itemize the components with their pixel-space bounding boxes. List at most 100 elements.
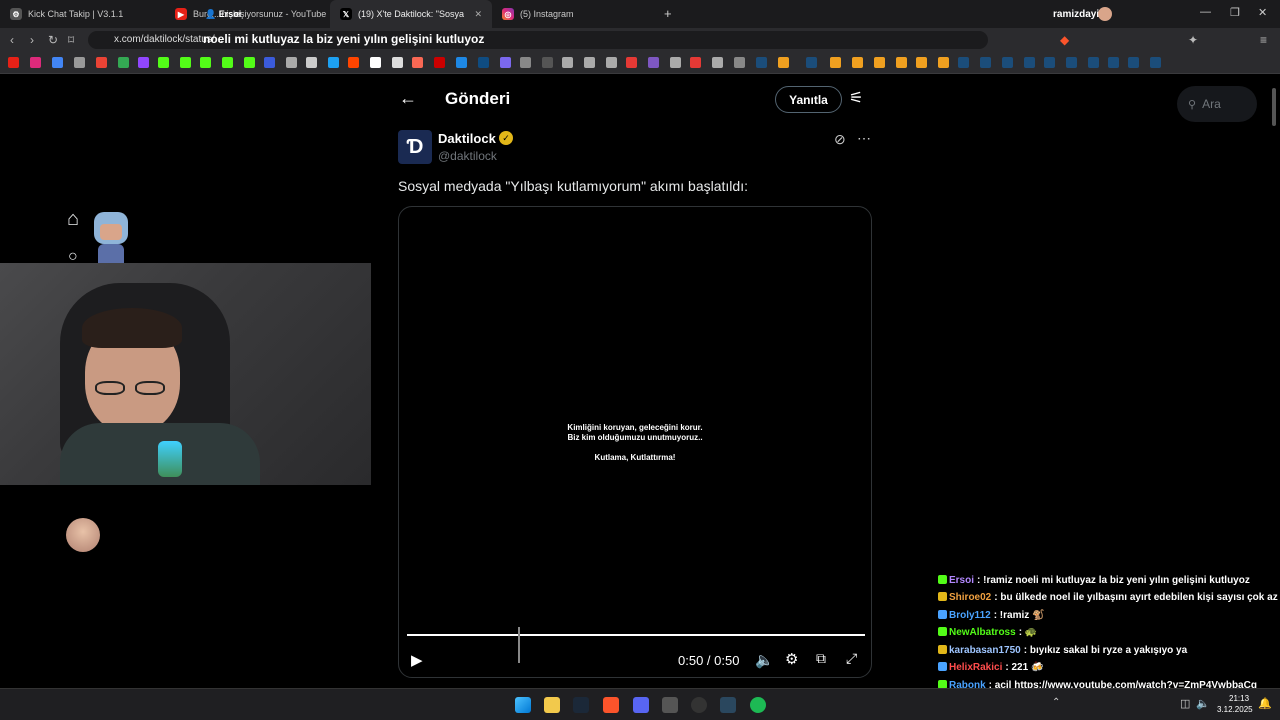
windows-start-icon[interactable] (515, 697, 531, 713)
brave-shield-icon[interactable]: ◆ (1060, 33, 1069, 47)
steam-icon[interactable] (980, 57, 991, 68)
settings-icon[interactable]: ⚙ (785, 650, 798, 668)
video-progress-track[interactable] (407, 634, 865, 636)
clock-date[interactable]: 3.12.2025 (1217, 705, 1253, 714)
tab-x-post[interactable]: 𝕏 (19) X'te Daktilock: "Sosyal m... ✕ (330, 0, 492, 28)
bookmark-icon[interactable] (520, 57, 531, 68)
maximize-button[interactable]: ❐ (1230, 6, 1240, 19)
bookmark-icon[interactable] (434, 57, 445, 68)
spotify-icon[interactable] (750, 697, 766, 713)
bookmark-icon[interactable] (626, 57, 637, 68)
wifi-icon[interactable]: ◫ (1180, 697, 1190, 710)
steam-client-icon[interactable] (720, 697, 736, 713)
bookmark-icon[interactable] (916, 57, 927, 68)
tab-instagram[interactable]: ◎ (5) Instagram (492, 0, 657, 28)
author-handle[interactable]: @daktilock (438, 149, 497, 163)
page-scrollbar[interactable] (1272, 88, 1276, 126)
steam-icon[interactable] (958, 57, 969, 68)
bookmark-icon[interactable] (328, 57, 339, 68)
discord-icon[interactable] (633, 697, 649, 713)
bookmark-icon[interactable] (670, 57, 681, 68)
bookmark-icon[interactable] (222, 57, 233, 68)
back-icon[interactable]: ‹ (10, 33, 14, 47)
search-input[interactable]: ⚲ Ara (1177, 86, 1257, 122)
account-avatar[interactable] (66, 518, 100, 552)
bookmark-icon[interactable] (412, 57, 423, 68)
more-options-icon[interactable]: ⋯ (857, 130, 871, 147)
home-icon[interactable]: ⌂ (67, 208, 79, 231)
bookmark-icon[interactable] (938, 57, 949, 68)
bookmark-icon[interactable] (606, 57, 617, 68)
steam-icon[interactable] (1044, 57, 1055, 68)
minimize-button[interactable]: — (1200, 6, 1211, 18)
menu-icon[interactable]: ≡ (1260, 33, 1267, 47)
back-arrow-icon[interactable]: ← (399, 88, 417, 109)
reload-icon[interactable]: ↻ (48, 33, 58, 47)
bookmark-icon[interactable] (306, 57, 317, 68)
clock-time[interactable]: 21:13 (1229, 694, 1249, 703)
bookmark-icon[interactable] (138, 57, 149, 68)
bookmark-icon[interactable] (830, 57, 841, 68)
bookmark-icon[interactable] (52, 57, 63, 68)
video-player[interactable]: Kimliğini koruyan, geleceğini korur. Biz… (398, 206, 872, 678)
bookmark-icon[interactable] (500, 57, 511, 68)
bookmark-icon[interactable] (30, 57, 41, 68)
obs-icon[interactable] (691, 697, 707, 713)
reply-button[interactable]: Yanıtla (775, 86, 842, 113)
bookmark-icon[interactable] (370, 57, 381, 68)
bookmark-icon[interactable] (542, 57, 553, 68)
play-icon[interactable]: ▶ (411, 651, 423, 669)
tray-chevron-icon[interactable]: ⌃ (1052, 697, 1060, 708)
new-tab-button[interactable]: + (664, 6, 672, 21)
extensions-icon[interactable]: ✦ (1188, 33, 1198, 47)
steam-icon[interactable] (1150, 57, 1161, 68)
steam-icon[interactable] (1108, 57, 1119, 68)
bookmark-icon[interactable] (200, 57, 211, 68)
bookmark-icon[interactable] (478, 57, 489, 68)
steam-icon[interactable] (1002, 57, 1013, 68)
author-name[interactable]: Daktilock (438, 131, 496, 146)
tab-kick-chat[interactable]: ⚙ Kick Chat Takip | V3.1.1 (0, 0, 165, 28)
steam-icon[interactable] (1066, 57, 1077, 68)
bookmark-icon[interactable] (584, 57, 595, 68)
bookmark-icon[interactable] (778, 57, 789, 68)
bookmark-icon[interactable] (244, 57, 255, 68)
forward-icon[interactable]: › (30, 33, 34, 47)
steam-icon[interactable] (1024, 57, 1035, 68)
bookmark-icon[interactable] (852, 57, 863, 68)
bookmark-icon[interactable] (264, 57, 275, 68)
close-tab-icon[interactable]: ✕ (474, 9, 482, 20)
bookmark-icon[interactable] (648, 57, 659, 68)
bookmark-icon[interactable] (96, 57, 107, 68)
author-avatar[interactable]: Ɗ (398, 130, 432, 164)
volume-icon[interactable]: 🔈 (755, 651, 774, 669)
folder-icon[interactable] (734, 57, 745, 68)
steam-icon[interactable] (1128, 57, 1139, 68)
tab-youtube[interactable]: ▶ Burç... nişleşiyorsunuz - YouTube (165, 0, 330, 28)
notification-icon[interactable]: 🔔 (1258, 697, 1272, 710)
bookmark-icon[interactable] (348, 57, 359, 68)
steam-icon[interactable] (756, 57, 767, 68)
profile-avatar[interactable] (1098, 7, 1112, 21)
bookmark-icon[interactable] (74, 57, 85, 68)
close-window-button[interactable]: ✕ (1258, 6, 1267, 19)
volume-tray-icon[interactable]: 🔈 (1196, 697, 1210, 710)
filter-settings-icon[interactable]: ⚟ (849, 88, 863, 108)
bookmark-icon[interactable] (712, 57, 723, 68)
bookmark-icon[interactable] (562, 57, 573, 68)
bookmark-icon[interactable]: ⌑ (68, 33, 74, 47)
bookmark-icon[interactable] (158, 57, 169, 68)
picture-in-picture-icon[interactable]: ⧉ (816, 650, 826, 667)
bookmark-icon[interactable] (392, 57, 403, 68)
app-icon[interactable] (662, 697, 678, 713)
bookmark-icon[interactable] (456, 57, 467, 68)
bookmark-icon[interactable] (896, 57, 907, 68)
steam-icon[interactable] (806, 57, 817, 68)
steam-icon[interactable] (1088, 57, 1099, 68)
grok-icon[interactable]: ⊘ (834, 131, 846, 148)
fullscreen-icon[interactable]: ⤢ (846, 650, 857, 667)
bookmark-icon[interactable] (8, 57, 19, 68)
steam-icon[interactable] (573, 697, 589, 713)
bookmark-icon[interactable] (690, 57, 701, 68)
file-explorer-icon[interactable] (544, 697, 560, 713)
